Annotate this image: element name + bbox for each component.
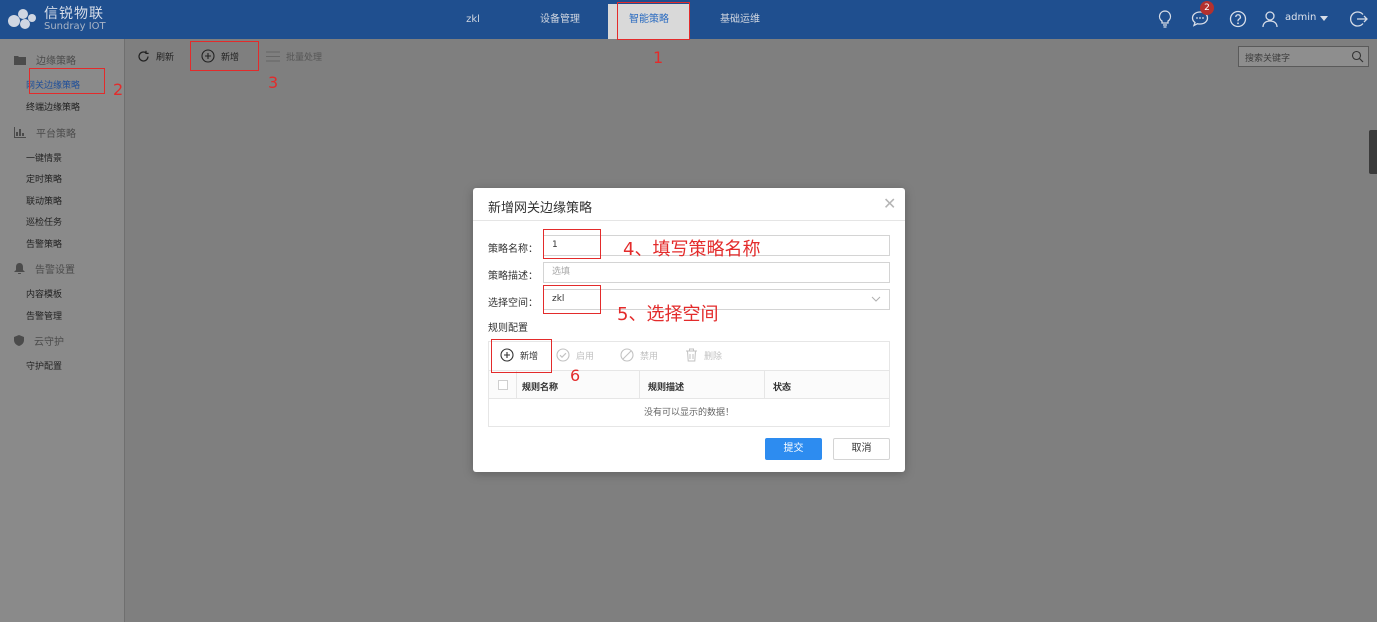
select-all-checkbox[interactable] xyxy=(498,380,508,390)
refresh-label: 刷新 xyxy=(156,52,175,63)
annotation-box-5 xyxy=(543,285,601,314)
sidebar-group-label: 边缘策略 xyxy=(36,56,76,67)
side-panel-handle[interactable] xyxy=(1369,130,1377,174)
search-icon[interactable] xyxy=(1351,50,1364,63)
sidebar-item-terminal-edge-strategy[interactable]: 终端边缘策略 xyxy=(26,100,80,113)
annotation-label-4: 4、填写策略名称 xyxy=(623,239,761,260)
annotation-box-6 xyxy=(491,339,552,373)
rule-disable-button[interactable]: 禁用 xyxy=(620,348,658,362)
sidebar-item-inspection-task[interactable]: 巡检任务 xyxy=(26,215,62,228)
annotation-box-2 xyxy=(29,68,105,94)
user-icon[interactable] xyxy=(1260,9,1280,29)
sidebar-group-label: 告警设置 xyxy=(35,265,75,276)
strategy-desc-label: 策略描述： xyxy=(488,271,538,282)
annotation-box-3 xyxy=(190,41,259,71)
strategy-desc-input[interactable]: 选填 xyxy=(543,262,890,283)
annotation-box-1 xyxy=(617,2,690,40)
column-divider xyxy=(639,371,640,399)
refresh-button[interactable]: 刷新 xyxy=(137,48,174,64)
folder-icon xyxy=(14,55,26,65)
annotation-label-5: 5、选择空间 xyxy=(617,304,719,325)
shield-icon xyxy=(14,335,24,346)
trash-icon xyxy=(686,348,697,362)
strategy-name-label: 策略名称： xyxy=(488,244,538,255)
check-circle-icon xyxy=(556,348,570,362)
annotation-box-4 xyxy=(543,229,601,259)
sidebar-group-alarm-settings[interactable]: 告警设置 xyxy=(14,261,75,276)
notification-badge: 2 xyxy=(1200,1,1214,15)
dialog-header: 新增网关边缘策略 ✕ xyxy=(473,188,905,221)
cancel-button[interactable]: 取消 xyxy=(833,438,890,460)
rule-table-header: 规则名称 规则描述 状态 xyxy=(489,371,889,399)
submit-button[interactable]: 提交 xyxy=(765,438,822,460)
ban-icon xyxy=(620,348,634,362)
annotation-label-1: 1 xyxy=(653,48,664,67)
list-icon xyxy=(266,50,280,62)
annotation-label-2: 2 xyxy=(113,80,124,99)
help-icon[interactable] xyxy=(1228,9,1248,29)
rule-delete-button[interactable]: 删除 xyxy=(685,348,722,362)
empty-table-message: 没有可以显示的数据！ xyxy=(643,408,734,418)
lightbulb-icon[interactable] xyxy=(1155,9,1175,29)
sidebar-item-guard-config[interactable]: 守护配置 xyxy=(26,359,62,372)
annotation-label-3: 3 xyxy=(268,73,279,92)
refresh-icon xyxy=(138,50,149,62)
sidebar-item-timer-strategy[interactable]: 定时策略 xyxy=(26,172,62,185)
search-placeholder: 搜索关键字 xyxy=(1245,54,1291,64)
rule-delete-label: 删除 xyxy=(704,351,723,362)
message-button[interactable]: 2 xyxy=(1190,1,1214,29)
rule-enable-label: 启用 xyxy=(576,351,595,362)
column-header-status[interactable]: 状态 xyxy=(773,380,791,393)
column-header-rule-desc[interactable]: 规则描述 xyxy=(648,380,684,393)
search-input[interactable]: 搜索关键字 xyxy=(1238,46,1369,67)
sidebar: 边缘策略 网关边缘策略 终端边缘策略 平台策略 一键情景 定时策略 联动策略 巡… xyxy=(0,39,125,622)
chart-icon xyxy=(14,127,26,138)
sidebar-group-label: 平台策略 xyxy=(36,129,76,140)
rule-disable-label: 禁用 xyxy=(640,351,659,362)
chevron-down-icon xyxy=(871,296,881,302)
add-gateway-edge-strategy-dialog: 新增网关边缘策略 ✕ 策略名称： 1 策略描述： 选填 选择空间： zkl 规则… xyxy=(473,188,905,472)
sidebar-group-edge-strategy[interactable]: 边缘策略 xyxy=(14,52,76,67)
column-header-rule-name[interactable]: 规则名称 xyxy=(522,380,558,393)
sidebar-item-one-key-scene[interactable]: 一键情景 xyxy=(26,151,62,164)
column-divider xyxy=(516,371,517,399)
user-name[interactable]: admin xyxy=(1285,12,1316,23)
rule-enable-button[interactable]: 启用 xyxy=(556,348,594,362)
sidebar-item-linkage-strategy[interactable]: 联动策略 xyxy=(26,194,62,207)
sidebar-item-alarm-strategy[interactable]: 告警策略 xyxy=(26,237,62,250)
sidebar-group-label: 云守护 xyxy=(34,337,64,348)
sidebar-item-content-template[interactable]: 内容模板 xyxy=(26,287,62,300)
batch-process-button[interactable]: 批量处理 xyxy=(266,48,322,64)
dialog-title: 新增网关边缘策略 xyxy=(488,201,593,216)
column-divider xyxy=(764,371,765,399)
bell-icon xyxy=(14,263,25,274)
close-icon[interactable]: ✕ xyxy=(883,196,896,212)
chevron-down-icon[interactable] xyxy=(1320,16,1328,22)
sidebar-item-alarm-management[interactable]: 告警管理 xyxy=(26,309,62,322)
sidebar-group-cloud-guard[interactable]: 云守护 xyxy=(14,333,64,348)
batch-process-label: 批量处理 xyxy=(286,52,323,63)
rule-config-label: 规则配置 xyxy=(488,323,528,334)
space-select-label: 选择空间： xyxy=(488,298,538,309)
logout-icon[interactable] xyxy=(1349,9,1369,29)
sidebar-group-platform-strategy[interactable]: 平台策略 xyxy=(14,125,76,140)
annotation-label-6: 6 xyxy=(570,366,581,385)
